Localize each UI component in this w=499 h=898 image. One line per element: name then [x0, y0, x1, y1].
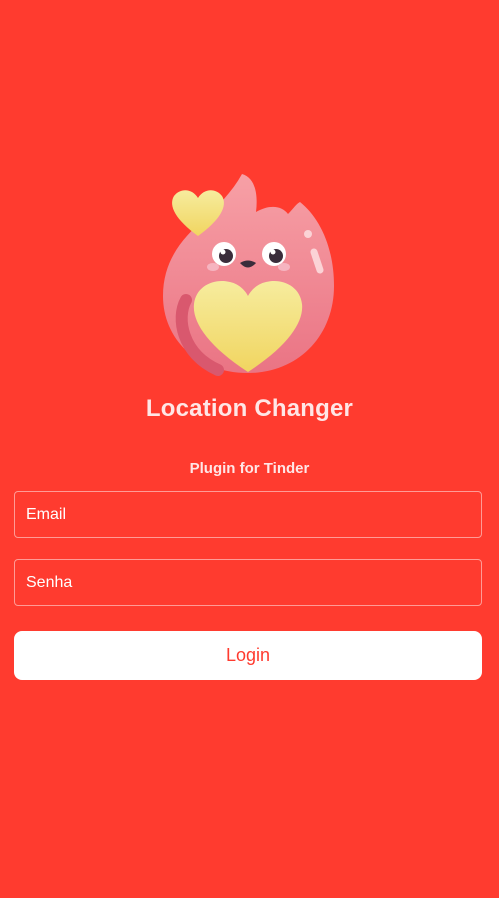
- email-field[interactable]: [14, 491, 482, 538]
- app-subtitle: Plugin for Tinder: [189, 460, 310, 477]
- app-title: Location Changer: [145, 395, 354, 422]
- flame-heart-mascot-icon: [158, 168, 342, 378]
- login-button[interactable]: Login: [14, 631, 482, 680]
- password-field[interactable]: [14, 559, 482, 606]
